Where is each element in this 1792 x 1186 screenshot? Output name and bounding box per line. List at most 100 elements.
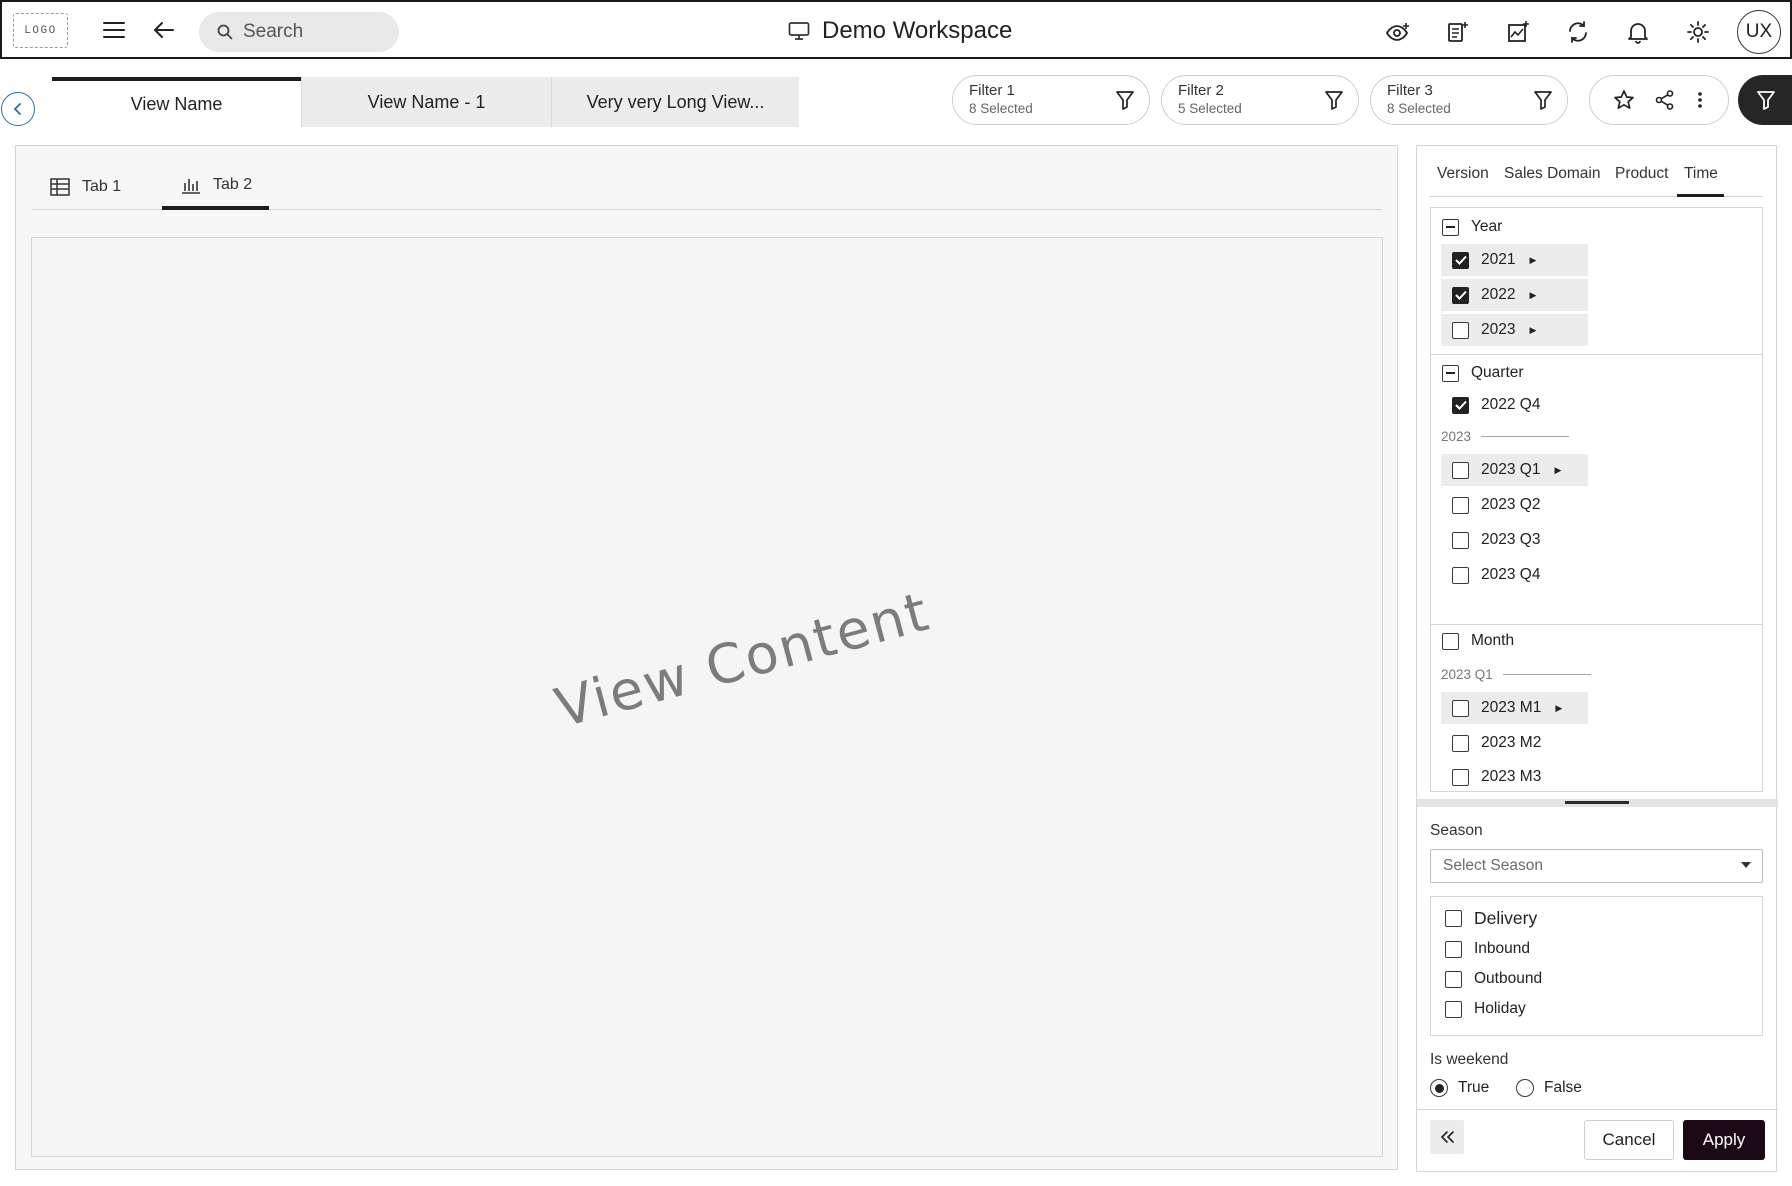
month-select-all-checkbox[interactable] — [1442, 632, 1459, 650]
funnel-icon — [1116, 91, 1134, 110]
tab-1-label: Tab 1 — [82, 178, 122, 195]
caret-right-icon[interactable]: ▶ — [1529, 290, 1536, 301]
star-icon[interactable] — [1613, 89, 1635, 111]
label-holiday: Holiday — [1474, 1000, 1526, 1017]
group-label-2023-q1: 2023 Q1 — [1441, 667, 1591, 682]
filter-2-pill[interactable]: Filter 2 5 Selected — [1161, 75, 1359, 125]
caret-right-icon[interactable]: ▶ — [1529, 325, 1536, 336]
checkbox-holiday[interactable] — [1445, 1000, 1462, 1018]
cancel-button[interactable]: Cancel — [1584, 1120, 1674, 1160]
label-2023-m2: 2023 M2 — [1481, 734, 1542, 751]
search-placeholder: Search — [243, 21, 304, 42]
radio-false[interactable] — [1516, 1079, 1534, 1097]
filter-panel: Version Sales Domain Product Time Year 2… — [1416, 145, 1778, 1172]
table-icon — [50, 178, 70, 196]
quarter-heading[interactable]: Quarter — [1442, 357, 1524, 389]
eye-plus-icon[interactable] — [1380, 14, 1416, 50]
checkbox-2021[interactable] — [1452, 251, 1469, 269]
inner-tab-bar: Tab 1 Tab 2 — [32, 164, 1382, 210]
view-container: Tab 1 Tab 2 View Content — [15, 145, 1398, 1170]
season-select[interactable]: Select Season — [1430, 849, 1763, 883]
list-item-inbound[interactable]: Inbound — [1445, 933, 1530, 965]
refresh-icon[interactable] — [1560, 14, 1596, 50]
share-icon[interactable] — [1654, 89, 1676, 111]
list-item-2023-q3[interactable]: 2023 Q3 — [1452, 524, 1540, 556]
label-2022: 2022 — [1481, 286, 1516, 303]
panel-tab-bar: Version Sales Domain Product Time — [1430, 146, 1763, 197]
back-circle-button[interactable] — [1, 92, 35, 126]
radio-false-option[interactable]: False — [1516, 1072, 1582, 1104]
checkbox-2022-q4[interactable] — [1452, 396, 1469, 414]
list-item-2023-q4[interactable]: 2023 Q4 — [1452, 559, 1540, 591]
radio-true[interactable] — [1430, 1079, 1448, 1097]
checkbox-2023-m3[interactable] — [1452, 768, 1469, 786]
panel-resize-handle[interactable] — [1417, 799, 1778, 807]
tab-2[interactable]: Tab 2 — [162, 164, 270, 210]
caret-right-icon[interactable]: ▶ — [1529, 255, 1536, 266]
tab-sales-domain[interactable]: Sales Domain — [1504, 165, 1601, 183]
view-tab-view-name[interactable]: View Name — [52, 77, 301, 127]
tab-time[interactable]: Time — [1677, 165, 1724, 197]
sun-icon[interactable] — [1680, 14, 1716, 50]
caret-right-icon[interactable]: ▶ — [1554, 465, 1561, 476]
collapse-panel-button[interactable] — [1430, 1120, 1464, 1154]
list-item-2023-m1[interactable]: 2023 M1 ▶ — [1441, 692, 1588, 724]
list-item-2021[interactable]: 2021 ▶ — [1441, 244, 1588, 276]
checkbox-inbound[interactable] — [1445, 940, 1462, 958]
workspace-title: Demo Workspace — [788, 14, 1012, 48]
list-item-2023-m2[interactable]: 2023 M2 — [1452, 727, 1541, 759]
month-section: Month 2023 Q1 2023 M1 ▶ 2023 M2 2023 M3 — [1430, 625, 1763, 792]
category-list: Delivery Inbound Outbound Holiday — [1430, 896, 1763, 1036]
list-item-2022[interactable]: 2022 ▶ — [1441, 279, 1588, 311]
back-arrow-icon[interactable] — [146, 12, 182, 48]
list-item-2022-q4[interactable]: 2022 Q4 — [1452, 389, 1540, 421]
checkbox-outbound[interactable] — [1445, 970, 1462, 988]
more-vertical-icon[interactable] — [1695, 89, 1705, 111]
label-2023-m1: 2023 M1 — [1481, 699, 1542, 716]
list-item-2023[interactable]: 2023 ▶ — [1441, 314, 1588, 346]
search-input[interactable]: Search — [199, 12, 399, 52]
menu-icon[interactable] — [96, 12, 132, 48]
apply-button[interactable]: Apply — [1683, 1120, 1765, 1160]
checkbox-2023[interactable] — [1452, 321, 1469, 339]
view-actions-group — [1589, 75, 1729, 125]
caret-right-icon[interactable]: ▶ — [1555, 703, 1562, 714]
checkbox-2022[interactable] — [1452, 286, 1469, 304]
checkbox-2023-q4[interactable] — [1452, 566, 1469, 584]
month-heading[interactable]: Month — [1442, 625, 1514, 657]
filter-panel-toggle[interactable] — [1738, 75, 1792, 125]
checkbox-2023-m1[interactable] — [1452, 699, 1469, 717]
tab-version[interactable]: Version — [1437, 165, 1489, 183]
checkbox-delivery[interactable] — [1445, 909, 1462, 927]
group-label-2023-text: 2023 — [1441, 429, 1472, 444]
bell-icon[interactable] — [1620, 14, 1656, 50]
view-tab-long-view[interactable]: Very very Long View... — [551, 77, 799, 127]
list-item-2023-q2[interactable]: 2023 Q2 — [1452, 489, 1540, 521]
checkbox-2023-q2[interactable] — [1452, 496, 1469, 514]
group-label-2023: 2023 — [1441, 429, 1570, 444]
list-item-2023-q1[interactable]: 2023 Q1 ▶ — [1441, 454, 1588, 486]
checkbox-2023-m2[interactable] — [1452, 734, 1469, 752]
list-item-2023-m3[interactable]: 2023 M3 — [1452, 761, 1541, 793]
tab-product[interactable]: Product — [1615, 165, 1668, 183]
quarter-select-all-checkbox[interactable] — [1442, 364, 1459, 382]
tab-1[interactable]: Tab 1 — [50, 164, 121, 210]
checkbox-2023-q3[interactable] — [1452, 531, 1469, 549]
list-item-holiday[interactable]: Holiday — [1445, 993, 1526, 1025]
year-select-all-checkbox[interactable] — [1442, 218, 1459, 236]
label-2023-q2: 2023 Q2 — [1481, 496, 1541, 513]
document-plus-icon[interactable] — [1440, 14, 1476, 50]
checkbox-2023-q1[interactable] — [1452, 461, 1469, 479]
label-2021: 2021 — [1481, 251, 1516, 268]
avatar[interactable]: UX — [1737, 10, 1781, 54]
radio-true-option[interactable]: True — [1430, 1072, 1489, 1104]
chart-plus-icon[interactable] — [1500, 14, 1536, 50]
filter-1-pill[interactable]: Filter 1 8 Selected — [952, 75, 1150, 125]
list-item-delivery[interactable]: Delivery — [1445, 902, 1537, 934]
list-item-outbound[interactable]: Outbound — [1445, 963, 1542, 995]
resize-grip[interactable] — [1565, 801, 1629, 804]
year-heading[interactable]: Year — [1442, 211, 1502, 243]
view-tab-view-name-1[interactable]: View Name - 1 — [301, 77, 551, 127]
filter-3-pill[interactable]: Filter 3 8 Selected — [1370, 75, 1568, 125]
search-icon — [217, 24, 233, 40]
